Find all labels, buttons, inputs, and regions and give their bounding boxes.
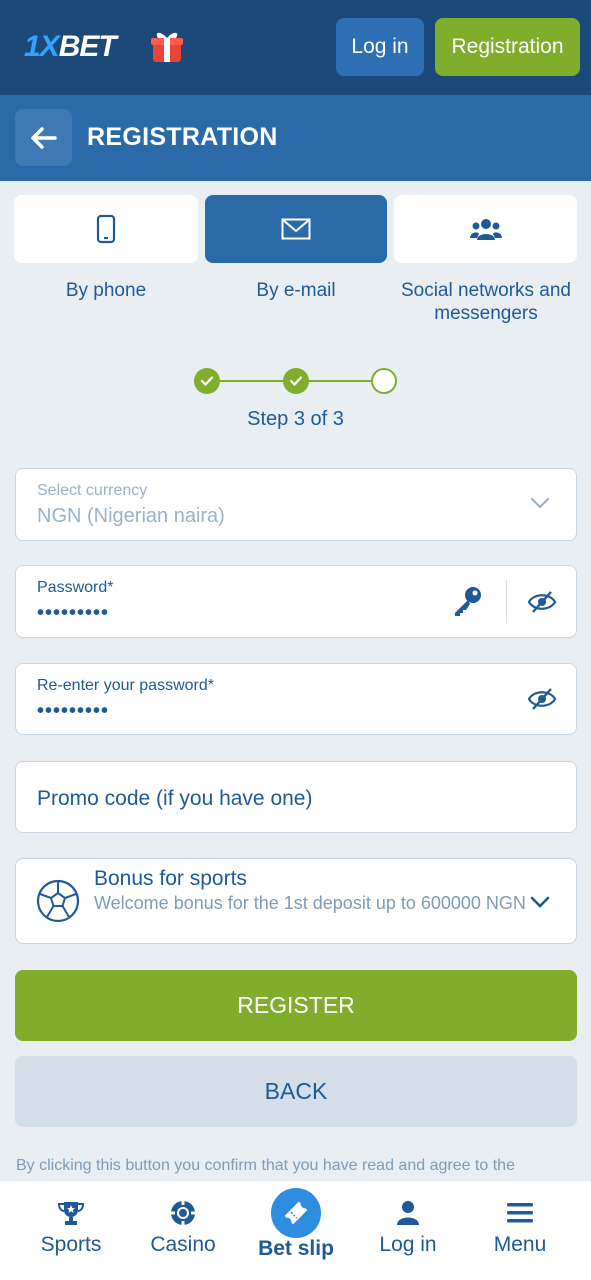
back-arrow-button[interactable] bbox=[15, 109, 72, 166]
casino-chip-icon bbox=[171, 1201, 195, 1225]
bonus-description: Welcome bonus for the 1st deposit up to … bbox=[94, 893, 526, 913]
register-button[interactable]: REGISTER bbox=[15, 970, 577, 1041]
currency-label: Select currency bbox=[37, 482, 148, 499]
page-title: REGISTRATION bbox=[87, 123, 278, 151]
step-connector-2 bbox=[308, 380, 372, 382]
password-confirm-field[interactable]: Re-enter your password* ••••••••• bbox=[15, 663, 577, 735]
field-divider bbox=[506, 580, 507, 623]
top-bar: 1XBET Log in Registration bbox=[0, 0, 591, 95]
chevron-down-icon bbox=[530, 896, 550, 908]
password-confirm-label: Re-enter your password* bbox=[37, 677, 214, 694]
trophy-icon bbox=[58, 1202, 84, 1225]
nav-login-label: Log in bbox=[379, 1233, 437, 1256]
password-field[interactable]: Password* ••••••••• bbox=[15, 565, 577, 638]
nav-menu-label: Menu bbox=[493, 1233, 547, 1256]
currency-value: NGN (Nigerian naira) bbox=[37, 505, 225, 527]
nav-login[interactable]: Log in bbox=[363, 1181, 453, 1280]
envelope-icon bbox=[281, 218, 311, 240]
password-label: Password* bbox=[37, 579, 114, 596]
nav-casino-label: Casino bbox=[150, 1233, 216, 1256]
nav-betslip-label[interactable]: Bet slip bbox=[246, 1237, 346, 1261]
nav-menu[interactable]: Menu bbox=[475, 1181, 565, 1280]
user-icon bbox=[397, 1201, 419, 1225]
arrow-left-icon bbox=[30, 126, 57, 149]
promo-code-placeholder: Promo code (if you have one) bbox=[37, 787, 313, 810]
check-icon bbox=[289, 376, 303, 387]
nav-betslip[interactable] bbox=[271, 1188, 321, 1238]
promo-code-input[interactable]: Promo code (if you have one) bbox=[15, 761, 577, 833]
chevron-down-icon bbox=[530, 497, 550, 509]
password-value: ••••••••• bbox=[37, 602, 110, 624]
currency-select[interactable]: Select currency NGN (Nigerian naira) bbox=[15, 468, 577, 541]
bonus-select[interactable]: Bonus for sports Welcome bonus for the 1… bbox=[15, 858, 577, 944]
eye-slash-icon[interactable] bbox=[527, 590, 557, 614]
eye-slash-icon[interactable] bbox=[527, 687, 557, 711]
hamburger-menu-icon bbox=[507, 1203, 533, 1223]
tab-label-by-email: By e-mail bbox=[256, 280, 336, 301]
ticket-icon bbox=[284, 1201, 308, 1225]
tab-by-email[interactable] bbox=[205, 195, 387, 263]
phone-icon bbox=[96, 214, 116, 244]
step-2-complete bbox=[283, 368, 309, 394]
login-button[interactable]: Log in bbox=[336, 18, 424, 76]
tab-label-social-networks: Social networks and messengers bbox=[400, 280, 572, 324]
gift-icon[interactable] bbox=[150, 28, 184, 64]
check-icon bbox=[200, 376, 214, 387]
tab-by-phone[interactable] bbox=[14, 195, 198, 263]
users-icon bbox=[469, 219, 502, 240]
password-confirm-value: ••••••••• bbox=[37, 700, 110, 722]
registration-button[interactable]: Registration bbox=[435, 18, 580, 76]
page-header: REGISTRATION bbox=[0, 95, 591, 181]
key-icon[interactable] bbox=[452, 584, 484, 618]
step-1-complete bbox=[194, 368, 220, 394]
tab-social-networks[interactable] bbox=[394, 195, 577, 263]
nav-casino[interactable]: Casino bbox=[138, 1181, 228, 1280]
terms-disclaimer: By clicking this button you confirm that… bbox=[16, 1157, 515, 1174]
nav-sports[interactable]: Sports bbox=[26, 1181, 116, 1280]
logo[interactable]: 1XBET bbox=[24, 30, 117, 64]
back-button[interactable]: BACK bbox=[15, 1056, 577, 1127]
bonus-title: Bonus for sports bbox=[94, 867, 247, 890]
step-indicator-text: Step 3 of 3 bbox=[247, 408, 344, 430]
tab-label-by-phone: By phone bbox=[65, 280, 147, 301]
nav-sports-label: Sports bbox=[40, 1233, 102, 1256]
soccer-ball-icon bbox=[36, 879, 80, 923]
step-3-current bbox=[371, 368, 397, 394]
step-connector-1 bbox=[219, 380, 283, 382]
